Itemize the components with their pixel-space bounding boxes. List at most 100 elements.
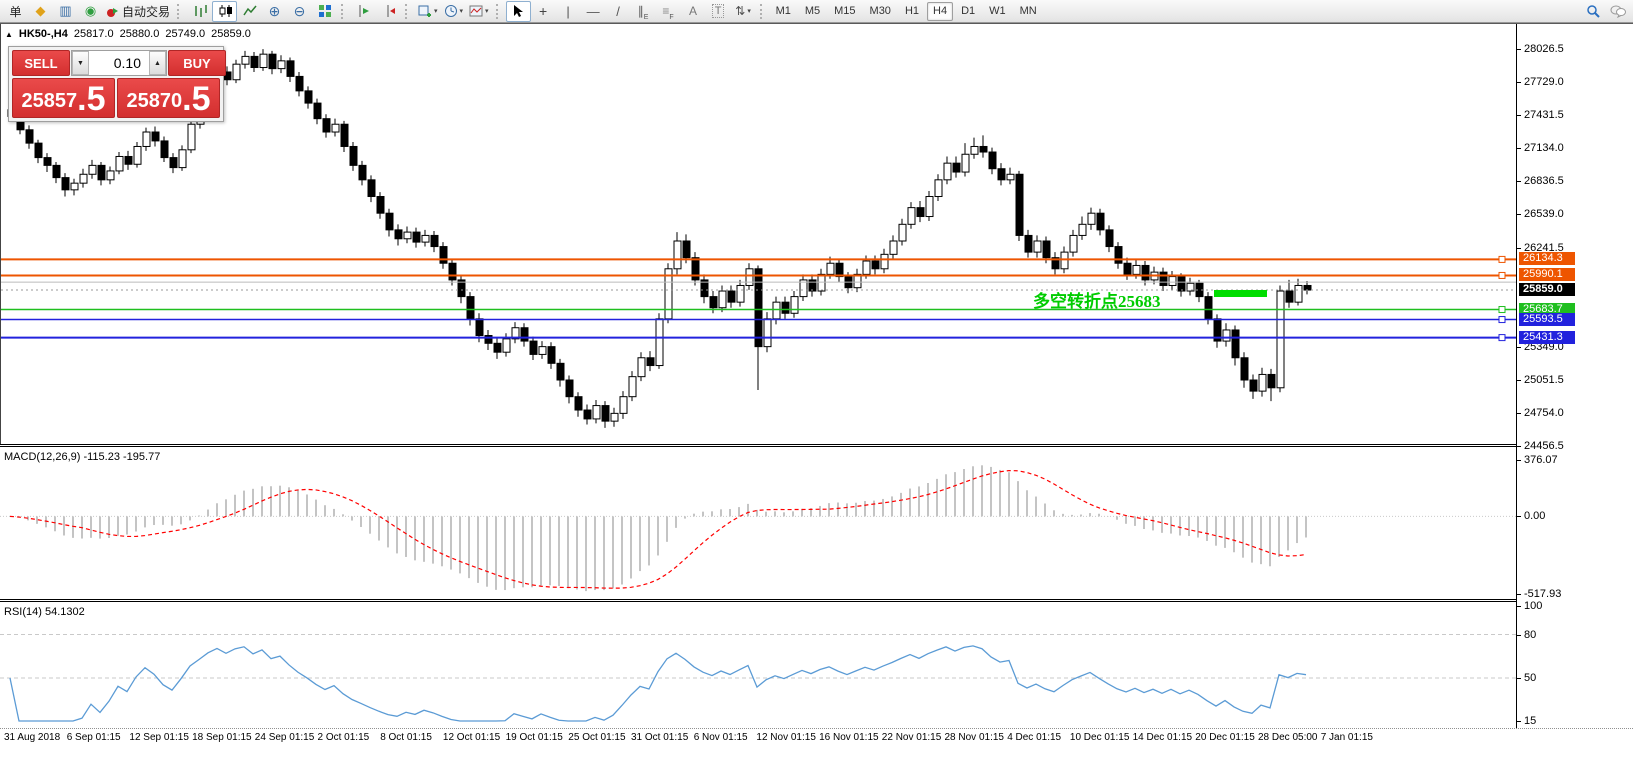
timeframe-button-m30[interactable]: M30 xyxy=(864,2,897,21)
price-tick xyxy=(1517,248,1521,249)
cursor-tool-icon[interactable] xyxy=(506,1,531,22)
time-axis[interactable]: 31 Aug 20186 Sep 01:1512 Sep 01:1518 Sep… xyxy=(0,728,1633,746)
dropdown-caret-icon: ▾ xyxy=(485,7,489,15)
chart-annotation-text: 多空转折点25683 xyxy=(1033,287,1161,312)
buy-price-int: 25870 xyxy=(127,86,183,116)
order-package-icon[interactable]: ◆ xyxy=(28,1,53,22)
time-axis-label: 22 Nov 01:15 xyxy=(882,732,942,743)
candlestick-plot[interactable] xyxy=(1,24,1517,444)
timeframe-button-w1[interactable]: W1 xyxy=(983,2,1012,21)
level-price-label: 25431.3 xyxy=(1519,331,1575,344)
line-chart-mode-icon[interactable] xyxy=(237,1,262,22)
one-click-trade-panel: SELL ▼ ▲ BUY 25857.5 25870.5 xyxy=(8,46,224,122)
time-axis-label: 25 Oct 01:15 xyxy=(568,732,625,743)
macd-tick xyxy=(1517,516,1521,517)
trendline-tool-icon[interactable]: / xyxy=(606,1,631,22)
time-axis-label: 12 Oct 01:15 xyxy=(443,732,500,743)
tile-windows-icon[interactable] xyxy=(312,1,337,22)
fibonacci-tool-icon[interactable]: ≡F xyxy=(656,1,681,22)
time-axis-label: 18 Sep 01:15 xyxy=(192,732,252,743)
horizontal-line-tool-icon[interactable]: — xyxy=(581,1,606,22)
chart-shift-icon[interactable] xyxy=(376,1,401,22)
time-axis-label: 28 Nov 01:15 xyxy=(945,732,1005,743)
rsi-tick xyxy=(1517,678,1521,679)
timeframe-button-m15[interactable]: M15 xyxy=(828,2,861,21)
volume-box: ▼ ▲ xyxy=(71,50,167,76)
autotrading-button[interactable]: 自动交易 xyxy=(103,1,173,22)
autotrading-label: 自动交易 xyxy=(122,3,170,20)
timeframe-button-mn[interactable]: MN xyxy=(1014,2,1043,21)
arrows-tool-icon[interactable]: ⇅▾ xyxy=(731,1,756,22)
new-order-button[interactable]: 单 xyxy=(3,1,28,22)
time-axis-label: 31 Oct 01:15 xyxy=(631,732,688,743)
panel-separator[interactable] xyxy=(0,444,1633,447)
new-chart-button[interactable]: ▾ xyxy=(415,1,441,22)
volume-decrease-button[interactable]: ▼ xyxy=(72,51,89,75)
rsi-plot xyxy=(0,603,1516,728)
price-tick-label: 26539.0 xyxy=(1524,208,1564,220)
auto-scroll-icon[interactable] xyxy=(351,1,376,22)
sell-price-int: 25857 xyxy=(22,86,78,116)
time-axis-label: 14 Dec 01:15 xyxy=(1133,732,1193,743)
sell-price-button[interactable]: 25857.5 xyxy=(12,78,115,118)
price-tick xyxy=(1517,82,1521,83)
rsi-tick xyxy=(1517,606,1521,607)
main-price-panel[interactable]: ▲ HK50-,H4 25817.0 25880.0 25749.0 25859… xyxy=(0,24,1516,444)
main-toolbar: 单 ◆ ▥ ◉ 自动交易 ⊕ ⊖ ▾ ▾ ▾ + | — / ∥E ≡F A T… xyxy=(0,0,1633,23)
annotation-green-bar[interactable] xyxy=(1214,290,1267,297)
templates-button[interactable]: ▾ xyxy=(466,1,492,22)
price-tick-label: 27729.0 xyxy=(1524,76,1564,88)
volume-input[interactable] xyxy=(89,51,149,75)
price-tick-label: 24754.0 xyxy=(1524,407,1564,419)
buy-price-button[interactable]: 25870.5 xyxy=(117,78,220,118)
macd-tick xyxy=(1517,594,1521,595)
rsi-header: RSI(14) 54.1302 xyxy=(4,606,85,618)
price-axis[interactable]: 28026.527729.027431.527134.026836.526539… xyxy=(1516,24,1633,728)
rsi-tick-label: 100 xyxy=(1524,600,1542,612)
macd-panel[interactable]: MACD(12,26,9) -115.23 -195.77 xyxy=(0,448,1516,599)
periods-button[interactable]: ▾ xyxy=(441,1,467,22)
bar-chart-mode-icon[interactable] xyxy=(187,1,212,22)
rsi-tick-label: 15 xyxy=(1524,715,1536,727)
crosshair-tool-icon[interactable]: + xyxy=(531,1,556,22)
text-tool-icon[interactable]: A xyxy=(681,1,706,22)
text-label-tool-icon[interactable]: T xyxy=(706,1,731,22)
zoom-out-icon[interactable]: ⊖ xyxy=(287,1,312,22)
rsi-tick-label: 80 xyxy=(1524,629,1536,641)
level-price-label: 25990.1 xyxy=(1519,268,1575,281)
ohlc-open: 25817.0 xyxy=(74,28,114,40)
channel-tool-icon[interactable]: ∥E xyxy=(631,1,656,22)
price-tick-label: 27134.0 xyxy=(1524,142,1564,154)
vertical-line-tool-icon[interactable]: | xyxy=(556,1,581,22)
chat-icon[interactable] xyxy=(1605,1,1630,22)
buy-price-frac: .5 xyxy=(182,82,210,116)
price-tick xyxy=(1517,49,1521,50)
search-icon[interactable] xyxy=(1580,1,1605,22)
sell-label: SELL xyxy=(24,56,57,71)
zoom-in-icon[interactable]: ⊕ xyxy=(262,1,287,22)
price-tick-label: 24456.5 xyxy=(1524,440,1564,452)
signals-icon[interactable]: ◉ xyxy=(78,1,103,22)
sell-button[interactable]: SELL xyxy=(12,50,70,76)
timeframe-button-m1[interactable]: M1 xyxy=(770,2,797,21)
price-tick xyxy=(1517,148,1521,149)
timeframe-button-h4[interactable]: H4 xyxy=(927,2,953,21)
timeframe-button-d1[interactable]: D1 xyxy=(955,2,981,21)
volume-increase-button[interactable]: ▲ xyxy=(149,51,166,75)
market-watch-icon[interactable]: ▥ xyxy=(53,1,78,22)
time-axis-label: 28 Dec 05:00 xyxy=(1258,732,1318,743)
time-axis-label: 2 Oct 01:15 xyxy=(318,732,370,743)
price-tick xyxy=(1517,115,1521,116)
time-axis-label: 10 Dec 01:15 xyxy=(1070,732,1130,743)
autotrading-icon xyxy=(106,5,119,18)
price-tick-label: 28026.5 xyxy=(1524,43,1564,55)
timeframe-button-h1[interactable]: H1 xyxy=(899,2,925,21)
ohlc-low: 25749.0 xyxy=(165,28,205,40)
rsi-panel[interactable]: RSI(14) 54.1302 xyxy=(0,603,1516,728)
panel-separator[interactable] xyxy=(0,599,1633,602)
buy-button[interactable]: BUY xyxy=(168,50,226,76)
candlestick-mode-icon[interactable] xyxy=(212,1,237,22)
macd-tick xyxy=(1517,460,1521,461)
price-tick xyxy=(1517,413,1521,414)
timeframe-button-m5[interactable]: M5 xyxy=(799,2,826,21)
